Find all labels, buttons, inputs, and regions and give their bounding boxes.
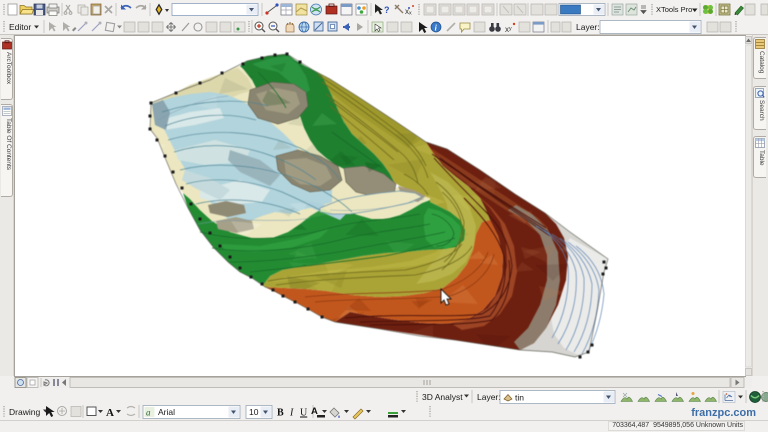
svg-text:Arial: Arial bbox=[158, 407, 175, 417]
svg-text:A: A bbox=[106, 407, 114, 419]
svg-text:XTools Pro: XTools Pro bbox=[656, 5, 692, 14]
svg-text:3D Analyst: 3D Analyst bbox=[422, 392, 463, 402]
svg-text:Drawing: Drawing bbox=[9, 407, 40, 417]
svg-text:xʸ: xʸ bbox=[505, 25, 512, 34]
svg-text:Editor: Editor bbox=[9, 22, 31, 32]
svg-text:Layer:: Layer: bbox=[477, 392, 501, 402]
svg-text:B: B bbox=[277, 408, 284, 419]
svg-text:10: 10 bbox=[249, 407, 259, 417]
svg-text:U: U bbox=[300, 408, 308, 419]
svg-text:tin: tin bbox=[515, 393, 524, 403]
svg-text:I: I bbox=[289, 408, 294, 419]
svg-text:Layer:: Layer: bbox=[576, 22, 600, 32]
svg-text:a: a bbox=[146, 408, 151, 418]
svg-text:?: ? bbox=[384, 5, 390, 15]
svg-text:A: A bbox=[311, 406, 318, 417]
